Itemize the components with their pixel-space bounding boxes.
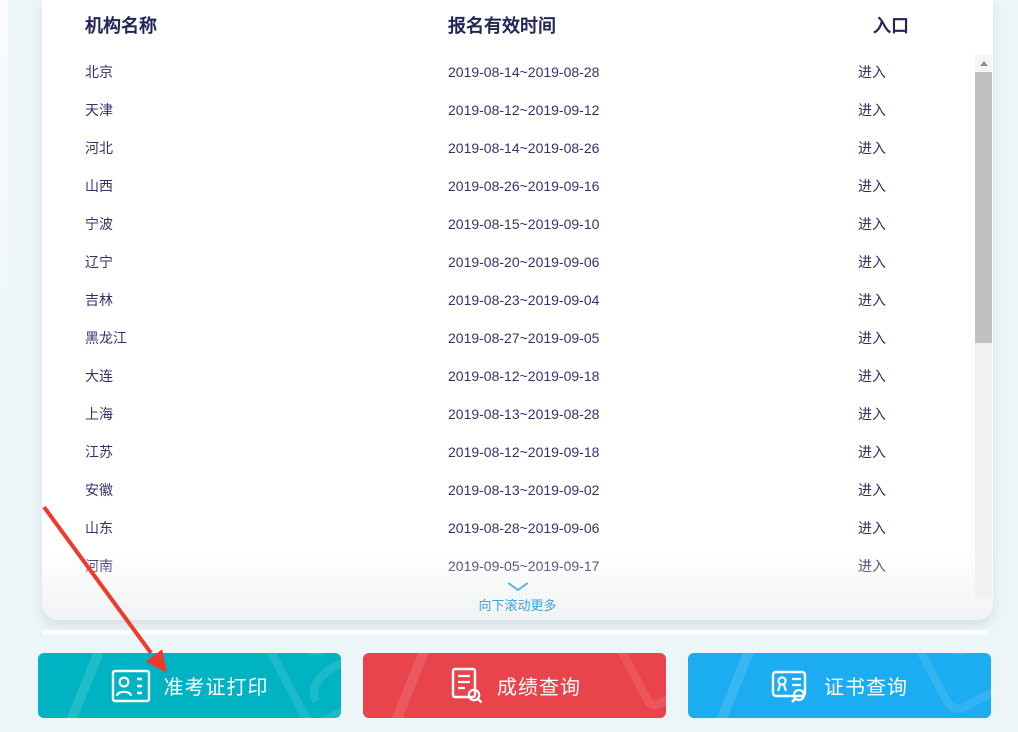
scrollbar-thumb[interactable] [975,72,992,343]
valid-time: 2019-09-05~2019-09-17 [448,558,599,574]
valid-time: 2019-08-14~2019-08-26 [448,140,599,156]
enter-link[interactable]: 进入 [858,480,886,500]
province-name: 安徽 [85,480,113,500]
valid-time: 2019-08-12~2019-09-12 [448,102,599,118]
admission-ticket-icon [111,669,151,703]
table-row: 吉林 2019-08-23~2019-09-04 进入 [42,281,993,319]
table-row: 大连 2019-08-12~2019-09-18 进入 [42,357,993,395]
certificate-search-icon [771,668,811,704]
certificate-query-button[interactable]: 证书查询 [688,653,991,718]
enter-link[interactable]: 进入 [858,138,886,158]
score-search-icon [448,667,484,704]
score-query-button[interactable]: 成绩查询 [363,653,666,718]
scrollbar[interactable] [975,55,992,598]
province-name: 北京 [85,62,113,82]
province-name: 大连 [85,366,113,386]
table-row: 山东 2019-08-28~2019-09-06 进入 [42,509,993,547]
enter-link[interactable]: 进入 [858,404,886,424]
valid-time: 2019-08-20~2019-09-06 [448,254,599,270]
valid-time: 2019-08-13~2019-09-02 [448,482,599,498]
table-row: 黑龙江 2019-08-27~2019-09-05 进入 [42,319,993,357]
province-name: 吉林 [85,290,113,310]
province-name: 河北 [85,138,113,158]
enter-link[interactable]: 进入 [858,518,886,538]
table-row: 上海 2019-08-13~2019-08-28 进入 [42,395,993,433]
enter-link[interactable]: 进入 [858,100,886,120]
enter-link[interactable]: 进入 [858,290,886,310]
enter-link[interactable]: 进入 [858,366,886,386]
valid-time: 2019-08-27~2019-09-05 [448,330,599,346]
table-body: 北京 2019-08-14~2019-08-28 进入 天津 2019-08-1… [42,53,993,585]
chevron-down-icon [507,582,529,592]
scrollbar-up-arrow[interactable] [975,55,992,72]
valid-time: 2019-08-14~2019-08-28 [448,64,599,80]
enter-link[interactable]: 进入 [858,252,886,272]
province-name: 辽宁 [85,252,113,272]
table-row: 北京 2019-08-14~2019-08-28 进入 [42,53,993,91]
scroll-more[interactable]: 向下滚动更多 [42,582,993,614]
province-name: 河南 [85,556,113,576]
valid-time: 2019-08-12~2019-09-18 [448,368,599,384]
table-row: 江苏 2019-08-12~2019-09-18 进入 [42,433,993,471]
enter-link[interactable]: 进入 [858,176,886,196]
button-deco-slash [381,653,431,718]
button-label: 证书查询 [824,671,908,700]
valid-time: 2019-08-15~2019-09-10 [448,216,599,232]
up-triangle-icon [980,61,988,66]
enter-link[interactable]: 进入 [858,328,886,348]
table-row: 宁波 2019-08-15~2019-09-10 进入 [42,205,993,243]
enter-link[interactable]: 进入 [858,62,886,82]
score-search-watermark [574,653,666,718]
table-row: 安徽 2019-08-13~2019-09-02 进入 [42,471,993,509]
button-deco-slash [56,653,106,718]
valid-time: 2019-08-13~2019-08-28 [448,406,599,422]
province-name: 江苏 [85,442,113,462]
province-name: 山西 [85,176,113,196]
table-row: 河北 2019-08-14~2019-08-26 进入 [42,129,993,167]
valid-time: 2019-08-26~2019-09-16 [448,178,599,194]
province-name: 山东 [85,518,113,538]
col-header-institution: 机构名称 [85,12,157,38]
button-deco-slash [706,653,756,718]
table-row: 辽宁 2019-08-20~2019-09-06 进入 [42,243,993,281]
table-header-row: 机构名称 报名有效时间 入口 [42,0,993,46]
print-admission-ticket-button[interactable]: 准考证打印 [38,653,341,718]
section-divider [42,630,988,635]
province-name: 上海 [85,404,113,424]
table-row: 山西 2019-08-26~2019-09-16 进入 [42,167,993,205]
province-name: 天津 [85,100,113,120]
table-row: 天津 2019-08-12~2019-09-12 进入 [42,91,993,129]
col-header-valid-time: 报名有效时间 [448,12,556,38]
enter-link[interactable]: 进入 [858,442,886,462]
valid-time: 2019-08-23~2019-09-04 [448,292,599,308]
province-name: 宁波 [85,214,113,234]
valid-time: 2019-08-12~2019-09-18 [448,444,599,460]
page-left-sheen [0,0,8,420]
province-table-panel: 机构名称 报名有效时间 入口 北京 2019-08-14~2019-08-28 … [42,0,993,620]
button-label: 准考证打印 [164,671,269,700]
button-label: 成绩查询 [497,671,581,700]
enter-link[interactable]: 进入 [858,556,886,576]
enter-link[interactable]: 进入 [858,214,886,234]
valid-time: 2019-08-28~2019-09-06 [448,520,599,536]
table-row: 河南 2019-09-05~2019-09-17 进入 [42,547,993,585]
col-header-entry: 入口 [873,12,909,38]
scroll-more-label: 向下滚动更多 [478,595,556,614]
province-name: 黑龙江 [85,328,127,348]
